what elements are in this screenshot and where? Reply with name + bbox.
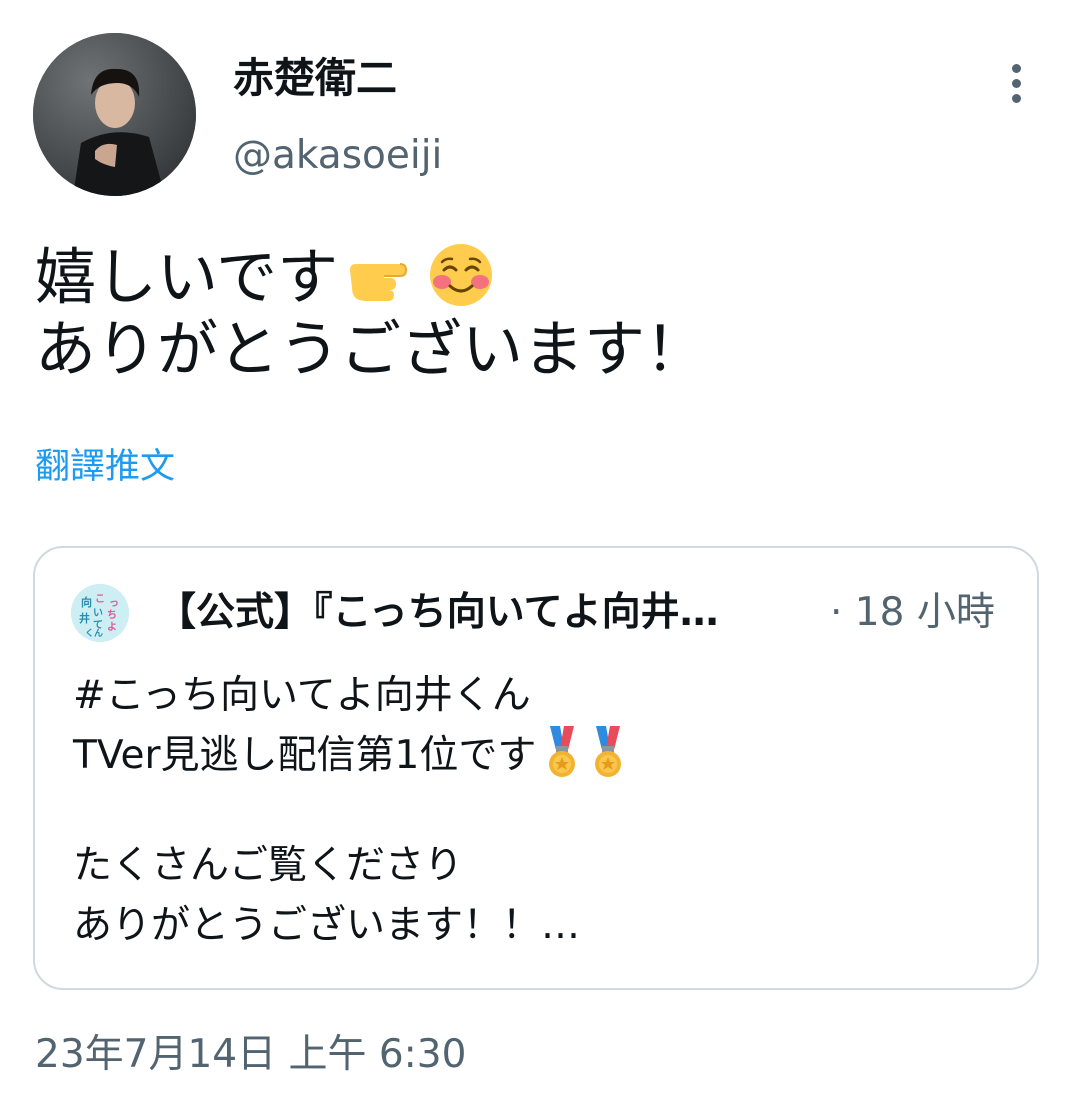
translate-tweet-link[interactable]: 翻譯推文 [35, 444, 175, 490]
quoted-tweet-time[interactable]: · 18 小時 [830, 588, 995, 638]
pointing-left-hand-icon [344, 248, 422, 324]
quoted-tweet-text: #こっち向いてよ向井くん TVer見逃し配信第1位です たくさんご覧くださり あ… [73, 666, 1013, 956]
medal-icon [542, 726, 582, 796]
quoted-author-avatar: 向 こ っ い ち 井 て よ くん [71, 584, 129, 642]
tweet-text: 嬉しいです ありがとうございます！ [35, 242, 1045, 386]
avatar-photo [33, 33, 196, 196]
more-vertical-icon-dot [1012, 94, 1021, 103]
tweet-timestamp[interactable]: 23年7月14日 上午 6:30 [35, 1030, 466, 1080]
tweet-line-1-text: 嬉しいです [35, 242, 339, 313]
svg-text:ち: ち [107, 609, 117, 621]
tweet-line-1: 嬉しいです [35, 242, 1045, 314]
quoted-line-1: #こっち向いてよ向井くん [73, 673, 531, 718]
quoted-line-5: ありがとうございます！！… [73, 903, 581, 948]
svg-text:向: 向 [81, 595, 92, 609]
quoted-line-2: TVer見逃し配信第1位です [73, 726, 1013, 786]
smiling-face-blush-icon [428, 242, 494, 324]
svg-text:こ: こ [95, 594, 105, 605]
author-display-name[interactable]: 赤楚衛二 [233, 52, 397, 104]
svg-text:よ: よ [107, 621, 117, 633]
svg-text:い: い [93, 608, 103, 619]
quoted-avatar-logo: 向 こ っ い ち 井 て よ くん [71, 584, 129, 642]
svg-text:っ: っ [109, 598, 119, 609]
more-vertical-icon [1012, 64, 1021, 73]
more-options-button[interactable] [996, 56, 1038, 110]
quoted-line-2-text: TVer見逃し配信第1位です [73, 733, 537, 778]
svg-text:くん: くん [85, 628, 103, 639]
author-handle[interactable]: @akasoeiji [233, 131, 442, 181]
more-vertical-icon-dot [1012, 79, 1021, 88]
quoted-tweet-card[interactable]: 向 こ っ い ち 井 て よ くん 【公式】『こっち向いてよ向井… · 18 … [33, 546, 1039, 990]
medal-icon [588, 726, 628, 796]
quoted-line-4: たくさんご覧くださり [73, 843, 464, 888]
author-avatar[interactable] [33, 33, 196, 196]
quoted-author-name[interactable]: 【公式】『こっち向いてよ向井… [157, 588, 837, 638]
tweet-line-2: ありがとうございます！ [35, 314, 707, 385]
svg-text:井: 井 [79, 611, 90, 625]
